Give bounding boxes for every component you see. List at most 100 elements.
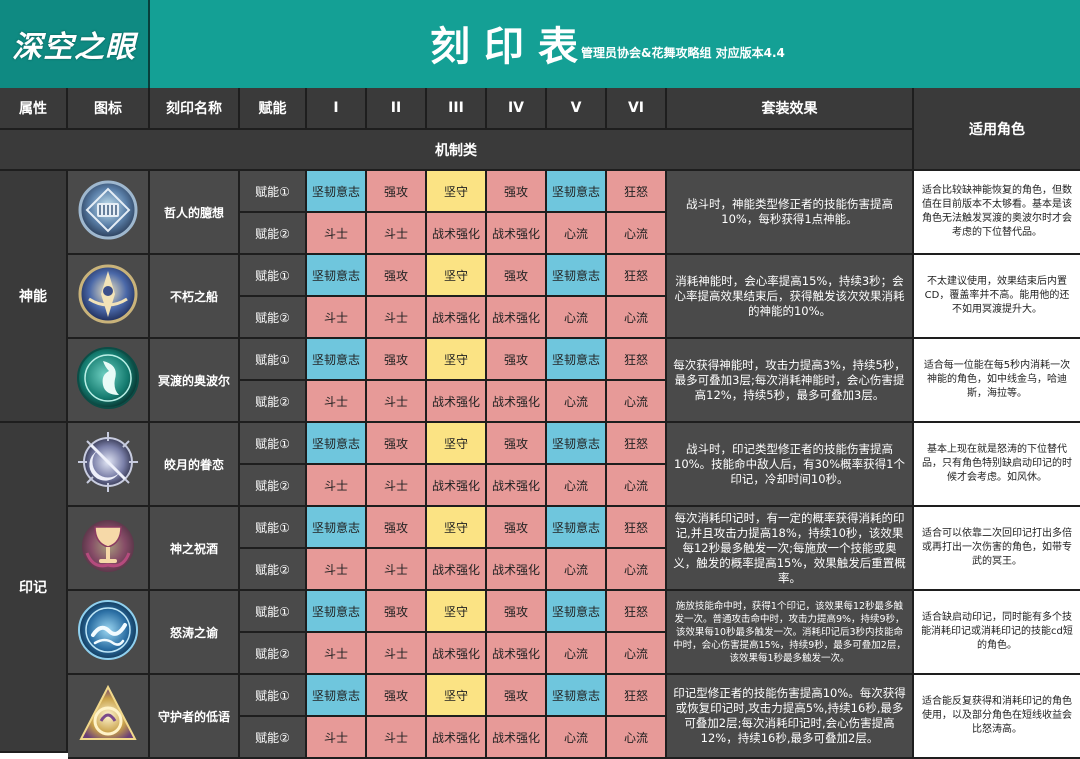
imprint-name-text: 哲人的臆想: [163, 205, 224, 220]
stat-cell-text: 强攻: [383, 520, 408, 535]
stat-cell: 战术强化: [487, 381, 547, 423]
set-effect: 消耗神能时，会心率提高15%，持续3秒；会心率提高效果结束后，获得触发该次效果消…: [667, 255, 914, 339]
stat-cell: 战术强化: [427, 465, 487, 507]
stat-cell: 坚韧意志: [307, 675, 367, 717]
set-effect-text: 战斗时，印记类型修正者的技能伤害提高10%。技能命中敌人后，有30%概率获得1个…: [674, 441, 905, 486]
logo-cell: 深空之眼: [0, 0, 150, 88]
imprint-name: 皎月的眷恋: [150, 423, 240, 507]
set-effect-text: 施放技能命中时，获得1个印记，该效果每12秒最多触发一次。普通攻击命中时，攻击力…: [673, 600, 906, 664]
slot-label: 赋能②: [240, 465, 307, 507]
stat-cell: 战术强化: [487, 633, 547, 675]
stat-cell-text: 强攻: [383, 184, 408, 199]
stat-cell-text: 坚韧意志: [551, 520, 600, 535]
slot-label-text: 赋能②: [255, 730, 290, 745]
imprint-icon-cell: [68, 255, 150, 339]
stat-cell: 坚韧意志: [547, 423, 607, 465]
stat-cell: 斗士: [307, 465, 367, 507]
stat-cell-text: 坚守: [443, 688, 468, 703]
category-yinji: 印记: [0, 423, 68, 753]
header-tier-IV: IV: [487, 88, 547, 130]
set-effect-text: 消耗神能时，会心率提高15%，持续3秒；会心率提高效果结束后，获得触发该次效果消…: [674, 273, 905, 318]
set-effect-text: 印记型修正者的技能伤害提高10%。每次获得或恢复印记时,攻击力提高5%,持续16…: [673, 686, 906, 745]
imprint-name: 守护者的低语: [150, 675, 240, 759]
stat-cell-text: 斗士: [383, 478, 408, 493]
stat-cell: 强攻: [487, 339, 547, 381]
suitable-role-text: 适合每一位能在每5秒内消耗一次神能的角色，如中线金乌，哈迪斯，海拉等。: [923, 360, 1071, 399]
stat-cell: 斗士: [367, 549, 427, 591]
stat-cell: 心流: [547, 717, 607, 759]
stat-cell-text: 心流: [623, 646, 648, 661]
stat-cell: 斗士: [367, 633, 427, 675]
stat-cell: 心流: [547, 465, 607, 507]
stat-cell-text: 狂怒: [623, 268, 648, 283]
header-tier-II-text: II: [390, 100, 402, 116]
stat-cell: 强攻: [367, 171, 427, 213]
stat-cell: 坚韧意志: [307, 339, 367, 381]
stat-cell-text: 坚韧意志: [551, 352, 600, 367]
slot-label: 赋能②: [240, 213, 307, 255]
stat-cell: 狂怒: [607, 423, 667, 465]
obol-coin-icon: [75, 345, 141, 415]
stat-cell: 强攻: [367, 255, 427, 297]
imprint-icon-cell: [68, 171, 150, 255]
stat-cell: 强攻: [487, 507, 547, 549]
imprint-icon-cell: [68, 675, 150, 759]
stat-cell: 强攻: [367, 507, 427, 549]
stat-cell: 斗士: [307, 381, 367, 423]
imprint-name: 冥渡的奥波尔: [150, 339, 240, 423]
slot-label: 赋能②: [240, 297, 307, 339]
set-effect-text: 每次获得神能时，攻击力提高3%，持续5秒，最多可叠加3层;每次消耗神能时，会心伤…: [673, 357, 906, 402]
stat-cell: 狂怒: [607, 255, 667, 297]
stat-cell: 狂怒: [607, 507, 667, 549]
stat-cell-text: 强攻: [383, 436, 408, 451]
stat-cell-text: 战术强化: [431, 646, 480, 661]
stat-cell-text: 坚守: [443, 520, 468, 535]
stat-cell-text: 心流: [563, 394, 588, 409]
section-title: 机制类: [0, 130, 914, 171]
imprint-name-text: 皎月的眷恋: [163, 457, 224, 472]
imprint-icon-cell: [68, 507, 150, 591]
stat-cell: 心流: [547, 297, 607, 339]
stat-cell-text: 强攻: [383, 688, 408, 703]
suitable-role-text: 不太建议使用，效果结束后内置CD，覆盖率并不高。能用他的还不如用冥渡提升大。: [924, 276, 1070, 315]
header-tier-V: V: [547, 88, 607, 130]
stat-cell-text: 心流: [563, 562, 588, 577]
stat-cell: 强攻: [487, 171, 547, 213]
slot-label-text: 赋能①: [255, 520, 290, 535]
header-tier-I: I: [307, 88, 367, 130]
stat-cell: 狂怒: [607, 171, 667, 213]
stat-cell: 狂怒: [607, 339, 667, 381]
header-name: 刻印名称: [150, 88, 240, 130]
stat-cell-text: 坚韧意志: [551, 436, 600, 451]
slot-label: 赋能①: [240, 171, 307, 213]
imprint-icon-cell: [68, 591, 150, 675]
stat-cell-text: 坚韧意志: [311, 688, 360, 703]
stat-cell-text: 战术强化: [431, 562, 480, 577]
stat-cell-text: 心流: [623, 478, 648, 493]
header-tier-III-text: III: [448, 100, 464, 116]
stat-cell: 坚守: [427, 255, 487, 297]
slot-label-text: 赋能①: [255, 436, 290, 451]
slot-label: 赋能②: [240, 549, 307, 591]
stat-cell-text: 心流: [623, 226, 648, 241]
page-title: 刻印表: [430, 24, 592, 70]
stat-cell-text: 斗士: [383, 310, 408, 325]
stat-cell-text: 强攻: [383, 268, 408, 283]
stat-cell-text: 战术强化: [491, 394, 540, 409]
stat-cell-text: 战术强化: [431, 478, 480, 493]
header-attr-text: 属性: [19, 101, 47, 117]
stat-cell: 战术强化: [427, 549, 487, 591]
stat-cell: 心流: [607, 633, 667, 675]
stat-cell-text: 狂怒: [623, 436, 648, 451]
slot-label-text: 赋能①: [255, 688, 290, 703]
stat-cell: 强攻: [367, 675, 427, 717]
stat-cell-text: 坚守: [443, 436, 468, 451]
stat-cell-text: 心流: [563, 310, 588, 325]
stat-cell-text: 强攻: [503, 520, 528, 535]
stat-cell-text: 战术强化: [431, 310, 480, 325]
slot-label: 赋能②: [240, 633, 307, 675]
stat-cell-text: 狂怒: [623, 688, 648, 703]
stat-cell-text: 坚韧意志: [551, 688, 600, 703]
stat-cell-text: 强攻: [383, 604, 408, 619]
category-shenneng: 神能: [0, 171, 68, 423]
